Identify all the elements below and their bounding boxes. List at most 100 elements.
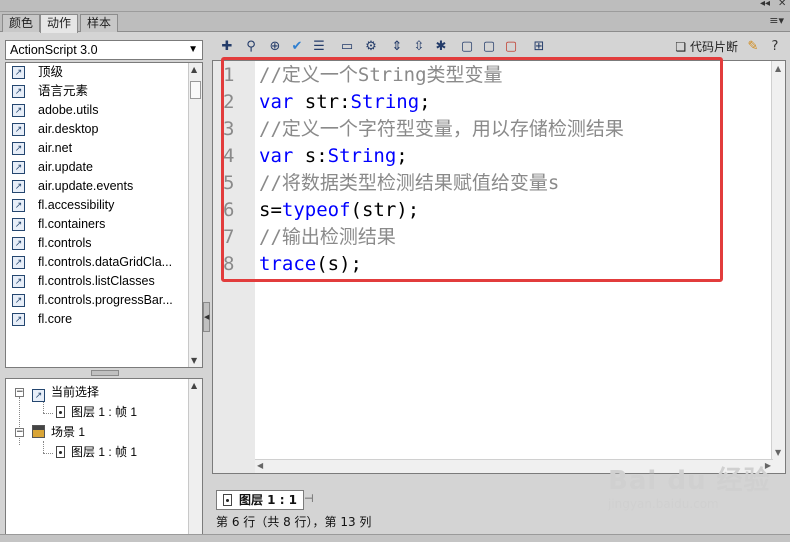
collapse-icon[interactable]: − <box>15 388 24 397</box>
tree-line <box>43 401 44 413</box>
scroll-up-icon[interactable]: ▲ <box>191 65 197 74</box>
code-token-type: String <box>327 145 397 167</box>
auto-format-icon[interactable]: ☰ <box>310 38 328 56</box>
scrollbar-thumb[interactable] <box>190 81 201 99</box>
book-icon: ↗ <box>12 85 25 98</box>
scroll-left-icon[interactable]: ◀ <box>257 461 263 470</box>
find-icon[interactable]: ⚲ <box>242 38 260 56</box>
list-item[interactable]: ↗ air.update <box>6 158 202 177</box>
show-hide-toolbox-icon[interactable]: ⊞ <box>530 38 548 56</box>
tree-node-current-selection[interactable]: ↗ 当前选择 <box>32 383 100 402</box>
scroll-up-icon[interactable]: ▲ <box>191 381 197 390</box>
list-item[interactable]: ↗ fl.core <box>6 310 202 329</box>
list-item[interactable]: ↗ 语言元素 <box>6 82 202 101</box>
insert-target-path-icon[interactable]: ⊕ <box>266 38 284 56</box>
book-icon: ↗ <box>12 161 25 174</box>
remove-comment-icon[interactable]: ▢ <box>502 38 520 56</box>
book-label: air.update.events <box>38 179 134 193</box>
code-snippets-label: 代码片断 <box>689 40 738 54</box>
help-icon[interactable]: ? <box>766 38 784 56</box>
apply-block-comment-icon[interactable]: ▢ <box>458 38 476 56</box>
list-item[interactable]: ↗ adobe.utils <box>6 101 202 120</box>
script-assist-wand-icon[interactable]: ✎ <box>744 38 762 56</box>
pin-script-icon[interactable]: ⊣ <box>304 492 314 505</box>
add-item-icon[interactable]: ✚ <box>218 38 236 56</box>
collapse-panel-button[interactable]: ◂◂ <box>760 0 770 9</box>
frame-icon <box>223 494 232 506</box>
version-select-value: ActionScript 3.0 <box>10 43 98 57</box>
show-code-hint-icon[interactable]: ▭ <box>338 38 356 56</box>
apply-line-comment-icon[interactable]: ▢ <box>480 38 498 56</box>
actionscript-version-select[interactable]: ActionScript 3.0 ▼ <box>5 40 203 60</box>
code-token-kw: var <box>259 91 294 113</box>
code-token-kw: var <box>259 145 294 167</box>
check-syntax-icon[interactable]: ✔ <box>288 38 306 56</box>
code-text: var s:String; <box>259 143 408 170</box>
panel-divider[interactable]: ◀ <box>203 36 210 532</box>
tree-node-label: 场景 1 <box>51 425 86 439</box>
book-label: fl.containers <box>38 217 106 231</box>
tree-line <box>43 413 53 414</box>
tab-swatches[interactable]: 样本 <box>80 14 119 32</box>
close-panel-button[interactable]: ✕ <box>778 0 786 9</box>
debug-options-icon[interactable]: ⚙ <box>362 38 380 56</box>
code-text: trace(s); <box>259 251 362 278</box>
list-item[interactable]: ↗ fl.containers <box>6 215 202 234</box>
tree-node-current-frame[interactable]: 图层 1 : 帧 1 <box>56 403 137 421</box>
list-item[interactable]: ↗ fl.controls.progressBar... <box>6 291 202 310</box>
tree-node-label: 图层 1 : 帧 1 <box>71 405 138 419</box>
script-editor[interactable]: 1//定义一个String类型变量 2 var str:String; 3//定义一个… <box>212 57 786 474</box>
scroll-down-icon[interactable]: ▼ <box>191 356 197 365</box>
list-item[interactable]: ↗ air.update.events <box>6 177 202 196</box>
collapse-icon[interactable]: − <box>15 428 24 437</box>
line-number: 7 <box>223 226 235 248</box>
code-text: var str:String; <box>259 89 431 116</box>
code-text: //将数据类型检测结果赋值给变量s <box>259 170 559 197</box>
navigator-scrollbar[interactable]: ▲ ▼ <box>188 379 202 542</box>
list-item[interactable]: ↗ air.net <box>6 139 202 158</box>
script-tab-layer1-frame1[interactable]: 图层 1 : 1 <box>216 490 305 510</box>
splitter-grip[interactable] <box>91 370 119 376</box>
panel-menu-icon[interactable]: ≡▾ <box>769 14 784 27</box>
code-token-type: String <box>350 91 420 113</box>
scroll-down-icon[interactable]: ▼ <box>775 448 781 457</box>
book-icon: ↗ <box>12 104 25 117</box>
toolbox-splitter[interactable] <box>5 370 203 376</box>
list-item[interactable]: ↗ fl.controls.listClasses <box>6 272 202 291</box>
book-label: fl.controls.dataGridCla... <box>38 255 173 269</box>
collapse-toolbox-button[interactable]: ◀ <box>203 302 210 332</box>
book-icon: ↗ <box>12 123 25 136</box>
book-list-scrollbar[interactable]: ▲ ▼ <box>188 63 202 367</box>
list-item[interactable]: ↗ fl.controls.dataGridCla... <box>6 253 202 272</box>
collapse-between-braces-icon[interactable]: ⇕ <box>388 38 406 56</box>
script-navigator[interactable]: − ↗ 当前选择 图层 1 : 帧 1 − 场景 1 图层 1 : 帧 1 ▲ ▼ <box>5 378 203 542</box>
list-item[interactable]: ↗ fl.accessibility <box>6 196 202 215</box>
code-token-comment: //将数据类型检测结果赋值给变量s <box>259 172 560 194</box>
book-label: 顶级 <box>38 65 64 79</box>
book-label: fl.core <box>38 312 73 326</box>
script-tab-bar: 图层 1 : 1 ⊣ <box>212 488 612 510</box>
tab-color[interactable]: 颜色 <box>2 14 41 32</box>
expand-all-icon[interactable]: ✱ <box>432 38 450 56</box>
book-label: fl.controls.listClasses <box>38 274 155 288</box>
list-item[interactable]: ↗ fl.controls <box>6 234 202 253</box>
tree-node-scene[interactable]: 场景 1 <box>32 423 85 441</box>
code-snippets-icon: ❏ <box>675 40 690 54</box>
code-snippets-button[interactable]: ❏ 代码片断 <box>675 38 738 56</box>
book-label: fl.controls <box>38 236 92 250</box>
tab-actions[interactable]: 动作 <box>40 14 79 33</box>
code-token-plain: ; <box>396 145 408 167</box>
line-number: 2 <box>223 91 235 113</box>
tree-node-label: 当前选择 <box>51 385 100 399</box>
editor-vertical-scrollbar[interactable]: ▲ ▼ <box>771 61 785 473</box>
code-text: //输出检测结果 <box>259 224 396 251</box>
book-label: air.desktop <box>38 122 99 136</box>
tree-node-scene-frame[interactable]: 图层 1 : 帧 1 <box>56 443 137 461</box>
list-item[interactable]: ↗ 顶级 <box>6 63 202 82</box>
list-item[interactable]: ↗ air.desktop <box>6 120 202 139</box>
collapse-selection-icon[interactable]: ⇳ <box>410 38 428 56</box>
scroll-up-icon[interactable]: ▲ <box>775 64 781 73</box>
code-text: s=typeof(str); <box>259 197 419 224</box>
toolbox-book-list[interactable]: ↗ 顶级 ↗ 语言元素 ↗ adobe.utils ↗ air.desktop ↗ air… <box>5 62 203 368</box>
code-token-plain: ; <box>419 91 431 113</box>
